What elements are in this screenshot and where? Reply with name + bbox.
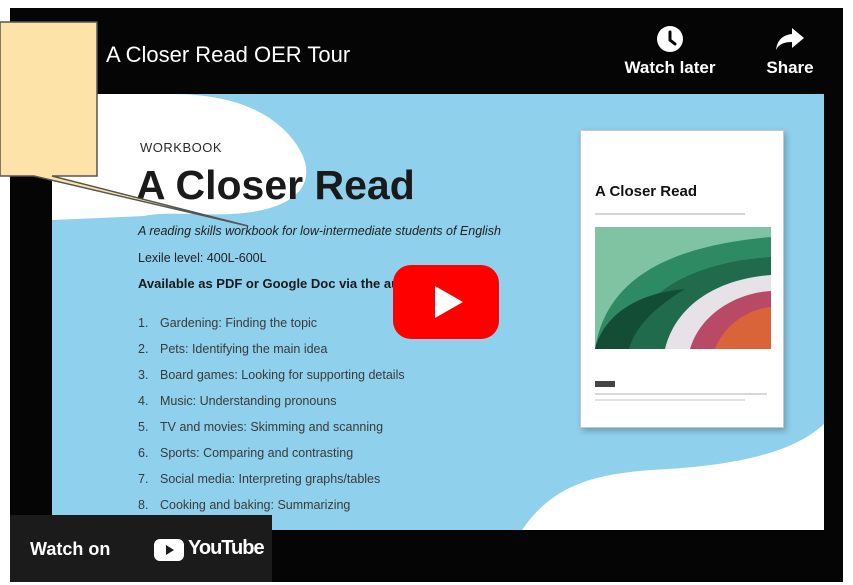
list-item: 5. TV and movies: Skimming and scanning	[138, 420, 384, 434]
list-item: 3. Board games: Looking for supporting de…	[138, 368, 405, 382]
book-cover-title: A Closer Read	[595, 183, 697, 200]
book-rule	[595, 213, 745, 215]
watch-on-youtube-button[interactable]: Watch on YouTube	[10, 515, 272, 582]
watch-later-label: Watch later	[624, 58, 716, 77]
list-item: 6. Sports: Comparing and contrasting	[138, 446, 354, 460]
video-title[interactable]: A Closer Read OER Tour	[106, 42, 350, 68]
share-button[interactable]: Share	[745, 24, 835, 78]
book-footer-line	[595, 393, 767, 395]
youtube-logo-icon	[154, 539, 184, 561]
clock-icon	[657, 26, 683, 52]
slide-title: A Closer Read	[136, 162, 415, 208]
share-label: Share	[766, 58, 814, 77]
list-item: 4. Music: Understanding pronouns	[138, 394, 337, 408]
play-button[interactable]	[393, 265, 499, 339]
video-player[interactable]: A Closer Read OER Tour Watch later Share…	[10, 8, 843, 582]
list-item: 7. Social media: Interpreting graphs/tabl…	[138, 472, 381, 486]
book-badge	[595, 381, 615, 387]
watch-on-label: Watch on	[30, 539, 111, 559]
player-top-bar: A Closer Read OER Tour Watch later Share	[10, 8, 843, 94]
lexile-level: Lexile level: 400L-600L	[138, 251, 267, 265]
chapter-list: 1. Gardening: Finding the topic 2. Pets: I…	[138, 316, 405, 524]
list-item: 1. Gardening: Finding the topic	[138, 316, 318, 330]
book-cover-art	[595, 227, 771, 349]
youtube-wordmark: YouTube	[188, 537, 265, 559]
channel-avatar[interactable]	[30, 28, 80, 78]
share-arrow-icon	[776, 28, 804, 50]
availability-note: Available as PDF or Google Doc via the a…	[138, 276, 425, 291]
watch-later-button[interactable]: Watch later	[615, 24, 725, 78]
list-item: 2. Pets: Identifying the main idea	[138, 342, 328, 356]
book-cover: A Closer Read	[580, 130, 784, 428]
book-footer-line	[595, 399, 745, 401]
slide-subtitle: A reading skills workbook for low-interm…	[138, 224, 501, 238]
slide-kicker: WORKBOOK	[140, 140, 223, 155]
